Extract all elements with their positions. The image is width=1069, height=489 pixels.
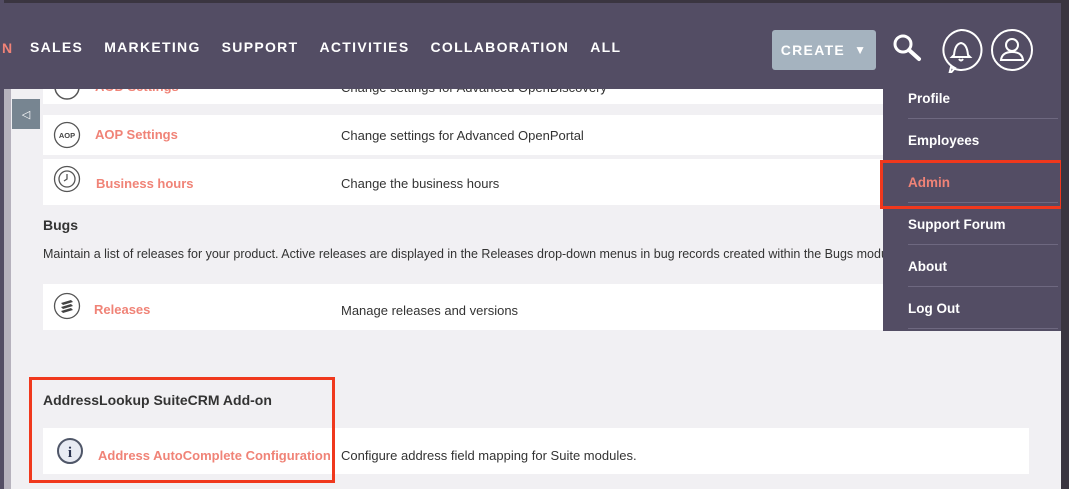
nav-item-all[interactable]: ALL: [590, 39, 621, 55]
nav-item-sales[interactable]: SALES: [30, 39, 83, 55]
aop-settings-description: Change settings for Advanced OpenPortal: [341, 128, 584, 143]
collapse-arrow-icon: ◁: [21, 108, 31, 121]
menu-separator: [908, 328, 1058, 329]
menu-item-employees[interactable]: Employees: [883, 119, 1059, 161]
nav-menu: SALES MARKETING SUPPORT ACTIVITIES COLLA…: [30, 39, 642, 55]
address-autocomplete-description: Configure address field mapping for Suit…: [341, 448, 637, 463]
window-frame-right: [1061, 0, 1069, 489]
releases-link[interactable]: Releases: [94, 302, 150, 317]
aop-icon-text: AOP: [59, 131, 75, 140]
admin-row-releases: Releases Manage releases and versions: [43, 284, 1029, 330]
bugs-section-title: Bugs: [43, 217, 78, 233]
create-button[interactable]: CREATE ▼: [772, 30, 876, 70]
menu-item-log-out[interactable]: Log Out: [883, 287, 1059, 329]
admin-row-aop: AOP AOP Settings Change settings for Adv…: [43, 115, 1029, 155]
search-icon[interactable]: [892, 33, 922, 63]
releases-description: Manage releases and versions: [341, 303, 519, 318]
highlight-addon-box: [29, 377, 335, 483]
business-hours-link[interactable]: Business hours: [96, 176, 194, 191]
caret-down-icon: ▼: [854, 43, 868, 57]
menu-item-support-forum[interactable]: Support Forum: [883, 203, 1059, 245]
menu-item-about[interactable]: About: [883, 245, 1059, 287]
sidebar-strip: [4, 89, 11, 489]
menu-item-profile[interactable]: Profile: [883, 77, 1059, 119]
aop-settings-link[interactable]: AOP Settings: [95, 127, 178, 142]
notifications-bell-icon[interactable]: [939, 28, 983, 78]
bugs-section-description: Maintain a list of releases for your pro…: [43, 247, 883, 261]
highlight-admin-box: [880, 160, 1063, 209]
nav-item-activities[interactable]: ACTIVITIES: [319, 39, 409, 55]
nav-item-partial[interactable]: N: [2, 40, 12, 56]
nav-item-marketing[interactable]: MARKETING: [104, 39, 200, 55]
sidebar-toggle-button[interactable]: ◁: [12, 99, 40, 129]
aop-icon: AOP: [53, 121, 81, 149]
business-hours-description: Change the business hours: [341, 176, 500, 191]
create-button-label: CREATE: [780, 42, 846, 58]
clock-icon: [53, 165, 81, 193]
nav-item-collaboration[interactable]: COLLABORATION: [430, 39, 569, 55]
nav-item-support[interactable]: SUPPORT: [222, 39, 299, 55]
user-profile-icon[interactable]: [990, 28, 1034, 72]
releases-icon: [53, 292, 81, 320]
